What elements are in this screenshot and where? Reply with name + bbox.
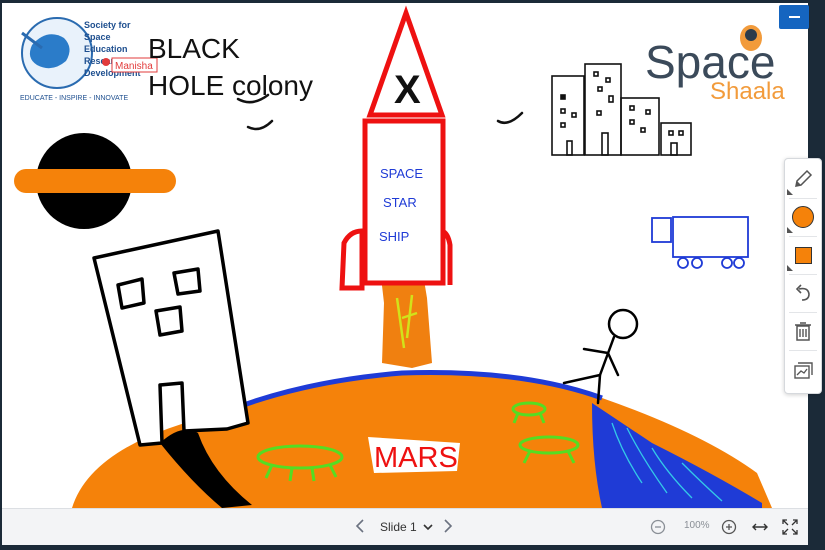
zoom-in-icon bbox=[721, 519, 737, 535]
pen-tool-button[interactable] bbox=[785, 161, 821, 197]
chevron-right-icon bbox=[444, 519, 453, 533]
logo-tagline: EDUCATE - INSPIRE - INNOVATE bbox=[20, 95, 128, 102]
rocket-nose-mark: X bbox=[394, 68, 421, 112]
tool-options-indicator bbox=[787, 265, 793, 271]
board-title-line-2: HOLE colony bbox=[148, 70, 313, 101]
ringed-planet-doodle bbox=[14, 133, 176, 229]
zoom-out-button[interactable] bbox=[649, 518, 667, 536]
previous-slide-button[interactable] bbox=[352, 517, 368, 535]
logo-org-line-1: Society for bbox=[84, 20, 131, 30]
spaceshaala-brand: Space Shaala bbox=[645, 25, 785, 105]
slides-icon bbox=[794, 362, 813, 379]
pencil-icon bbox=[795, 169, 813, 187]
zoom-level: 100% bbox=[684, 520, 710, 531]
slide-label: Slide 1 bbox=[380, 520, 417, 534]
square-shape-tool-button[interactable] bbox=[785, 237, 821, 273]
slides-panel-button[interactable] bbox=[785, 353, 821, 389]
chevron-down-icon bbox=[423, 524, 433, 531]
delete-button[interactable] bbox=[785, 313, 821, 349]
rocket-doodle: X SPACE STAR SHIP bbox=[339, 5, 453, 368]
building-face-doodle bbox=[92, 229, 250, 447]
undo-icon bbox=[795, 284, 810, 301]
zoom-out-icon bbox=[650, 519, 666, 535]
slide-selector[interactable]: Slide 1 bbox=[380, 518, 433, 536]
square-shape-icon bbox=[794, 246, 812, 264]
rocket-text-ship: SHIP bbox=[379, 229, 409, 244]
zoom-in-button[interactable] bbox=[720, 518, 738, 536]
trash-icon bbox=[795, 322, 811, 341]
rocket-text-star: STAR bbox=[383, 195, 417, 210]
minimize-icon bbox=[788, 16, 800, 18]
presenter-pointer-dot bbox=[102, 58, 110, 66]
astronaut-icon bbox=[740, 25, 762, 51]
logo-org-line-2: Space bbox=[84, 32, 111, 42]
circle-shape-tool-button[interactable] bbox=[785, 199, 821, 235]
fullscreen-icon bbox=[782, 519, 798, 535]
brand-shaala-text: Shaala bbox=[710, 78, 785, 105]
fit-width-button[interactable] bbox=[751, 518, 769, 536]
next-slide-button[interactable] bbox=[440, 517, 456, 535]
fit-width-icon bbox=[752, 523, 768, 531]
fullscreen-button[interactable] bbox=[781, 518, 799, 536]
chevron-left-icon bbox=[355, 519, 364, 533]
whiteboard-canvas[interactable]: Society for Space Education Research Dev… bbox=[2, 3, 808, 508]
rocket-text-space: SPACE bbox=[380, 166, 423, 181]
tool-options-indicator bbox=[787, 227, 793, 233]
mars-label: MARS bbox=[374, 442, 458, 474]
board-title-line-1: BLACK bbox=[148, 33, 240, 64]
tool-options-indicator bbox=[787, 189, 793, 195]
truck-doodle bbox=[651, 216, 749, 269]
logo-org-line-3: Education bbox=[84, 44, 128, 54]
undo-button[interactable] bbox=[785, 275, 821, 311]
minimize-button[interactable] bbox=[779, 5, 809, 29]
toolbar-divider bbox=[789, 350, 817, 351]
presentation-bottom-bar: Slide 1 100% bbox=[2, 508, 808, 545]
drawing-toolbar bbox=[784, 158, 822, 394]
whiteboard-app: Society for Space Education Research Dev… bbox=[0, 0, 825, 550]
circle-shape-icon bbox=[792, 206, 814, 228]
